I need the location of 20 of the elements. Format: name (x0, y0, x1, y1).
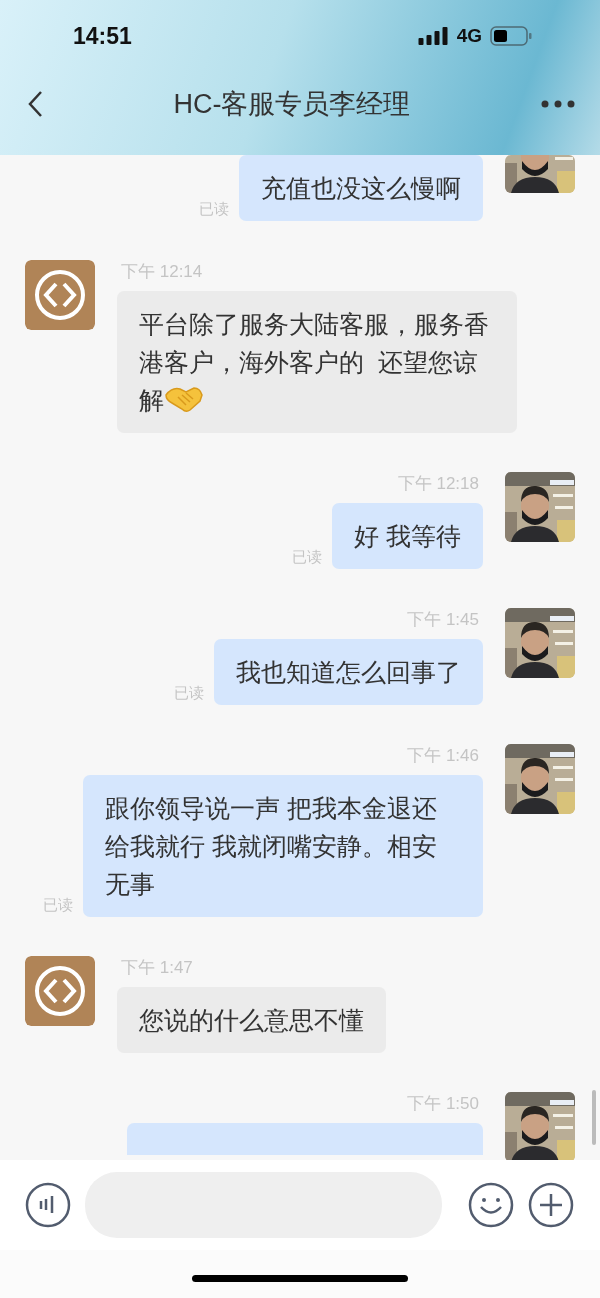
message-bubble[interactable]: 充值也没这么慢啊 (239, 155, 483, 221)
scrollbar (592, 1090, 596, 1145)
agent-avatar-icon (25, 956, 95, 1026)
home-indicator[interactable] (192, 1274, 408, 1282)
network-label: 4G (456, 25, 482, 47)
back-icon[interactable] (27, 90, 43, 118)
message-bubble[interactable]: 我也知道怎么回事了 (214, 639, 483, 705)
voice-icon[interactable] (25, 1182, 71, 1228)
plus-icon[interactable] (528, 1182, 574, 1228)
chat-title: HC-客服专员李经理 (173, 88, 411, 121)
status-time: 14:51 (73, 22, 132, 50)
message-bubble[interactable]: 跟你领导说一声 把我本金退还给我就行 我就闭嘴安静。相安无事 (83, 775, 483, 917)
more-icon[interactable] (541, 100, 575, 108)
agent-avatar-icon (25, 260, 95, 330)
battery-icon (490, 26, 532, 46)
message-bubble[interactable]: 平台除了服务大陆客服，服务香港客户，海外客户的 还望您谅解 (117, 291, 517, 433)
message-bubble[interactable]: 您说的什么意思不懂 (117, 987, 386, 1053)
message-bubble[interactable]: 好 我等待 (332, 503, 483, 569)
emoji-icon[interactable] (468, 1182, 514, 1228)
signal-icon (417, 27, 449, 45)
